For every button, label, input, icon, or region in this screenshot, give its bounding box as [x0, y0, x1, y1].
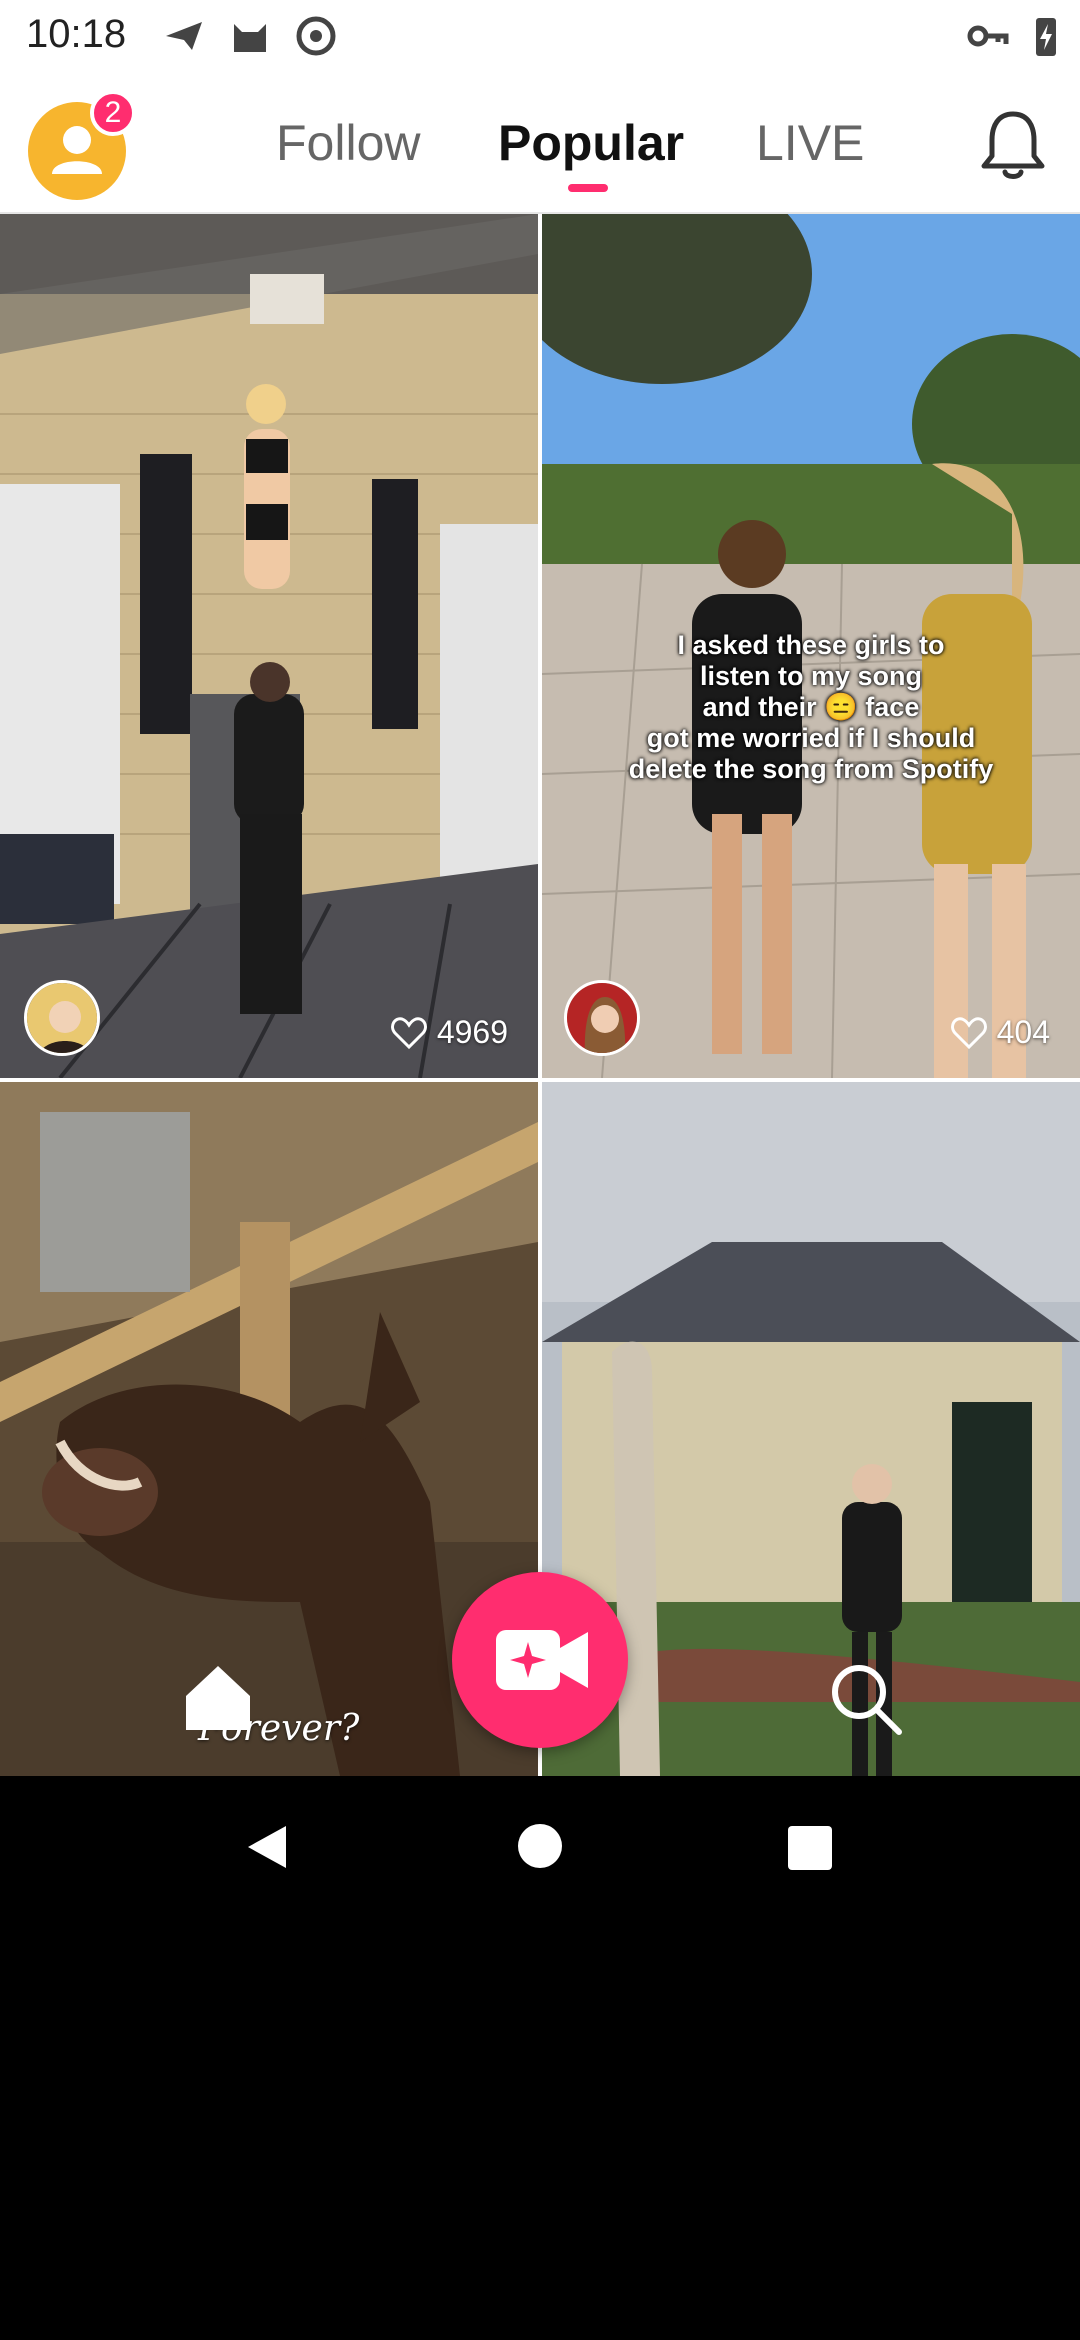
like-count-value: 4969 — [436, 1014, 508, 1050]
like-count[interactable]: 4969 — [390, 1014, 508, 1051]
system-navigation-bar — [0, 1776, 1080, 1916]
at-sign-icon — [296, 16, 336, 56]
video-thumbnail — [0, 214, 538, 1078]
cat-icon — [234, 24, 266, 52]
video-caption: I asked these girls to listen to my song… — [582, 630, 1040, 785]
tab-live[interactable]: LIVE — [756, 114, 864, 172]
status-time: 10:18 — [26, 12, 127, 56]
caption-line: listen to my song — [699, 661, 923, 691]
like-count-value: 404 — [996, 1014, 1050, 1050]
active-tab-indicator — [568, 184, 608, 192]
back-icon[interactable] — [242, 1822, 292, 1872]
caption-line: delete the song from Spotify — [628, 754, 994, 784]
home-icon[interactable] — [180, 1660, 256, 1736]
send-icon — [166, 22, 202, 50]
like-count[interactable]: 404 — [950, 1014, 1050, 1051]
heart-icon — [950, 1016, 987, 1049]
video-feed-grid: 4969 I asked these girls to listen to my… — [0, 214, 1080, 1776]
video-card-song[interactable]: I asked these girls to listen to my song… — [542, 214, 1080, 1078]
caption-line: I asked these girls to — [677, 630, 945, 660]
creator-avatar[interactable] — [24, 980, 100, 1056]
recents-icon[interactable] — [788, 1826, 832, 1870]
record-video-button[interactable] — [452, 1572, 628, 1748]
caption-line: got me worried if I should — [646, 723, 976, 753]
tab-popular[interactable]: Popular — [498, 114, 684, 172]
creator-avatar[interactable] — [564, 980, 640, 1056]
bell-icon[interactable] — [978, 106, 1048, 182]
status-bar: 10:18 — [0, 0, 1080, 72]
battery-charging-icon — [1036, 18, 1056, 56]
heart-icon — [390, 1016, 427, 1049]
top-bar: 2 Follow Popular LIVE — [0, 72, 1080, 214]
video-card-cheer[interactable]: 4969 — [0, 214, 538, 1078]
record-video-icon — [496, 1630, 588, 1690]
tab-follow[interactable]: Follow — [276, 114, 420, 172]
home-circle-icon[interactable] — [518, 1824, 562, 1868]
notification-badge: 2 — [90, 90, 136, 136]
search-icon[interactable] — [825, 1658, 905, 1738]
vpn-key-icon — [967, 25, 1009, 47]
caption-line: and their 😑 face — [702, 692, 920, 722]
